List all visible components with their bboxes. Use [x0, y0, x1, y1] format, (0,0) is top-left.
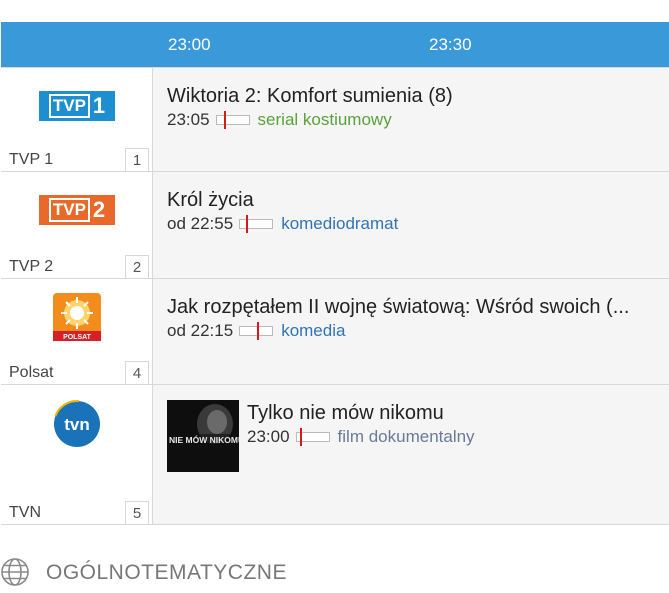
channel-row-tvp1: TVP 1 TVP 1 1 Wiktoria 2: Komfort sumieni…: [1, 67, 669, 171]
channel-cell[interactable]: tvn TVN 5: [1, 385, 153, 524]
tvp2-logo: TVP 2: [39, 195, 115, 225]
program-title[interactable]: Król życia: [167, 189, 254, 212]
program-cell[interactable]: NIE MÓW NIKOMU Tylko nie mów nikomu 23:0…: [153, 385, 669, 524]
channel-name: TVP 2: [9, 258, 54, 275]
channel-number: 5: [125, 501, 149, 524]
thumbnail-text: NIE MÓW NIKOMU: [169, 434, 239, 445]
channel-cell[interactable]: TVP 2 TVP 2 2: [1, 172, 153, 278]
polsat-logo: POLSAT: [53, 293, 101, 341]
logo-wordmark: tvn: [64, 415, 90, 434]
program-meta: od 22:15 komedia: [167, 321, 345, 341]
tvp1-logo: TVP 1: [39, 91, 115, 121]
program-meta: 23:05 serial kostiumowy: [167, 110, 392, 130]
program-genre[interactable]: serial kostiumowy: [258, 110, 392, 130]
program-genre[interactable]: komedia: [281, 321, 345, 341]
timeline-header: 23:00 23:30: [1, 22, 669, 67]
program-meta: od 22:55 komediodramat: [167, 214, 398, 234]
program-genre[interactable]: film dokumentalny: [338, 427, 475, 447]
program-cell[interactable]: Wiktoria 2: Komfort sumienia (8) 23:05 s…: [153, 68, 669, 171]
program-thumbnail[interactable]: NIE MÓW NIKOMU: [167, 400, 239, 472]
channel-number: 4: [125, 361, 149, 384]
program-genre[interactable]: komediodramat: [281, 214, 398, 234]
program-title[interactable]: Jak rozpętałem II wojnę światową: Wśród …: [167, 296, 629, 319]
category-label: OGÓLNOTEMATYCZNE: [46, 561, 287, 584]
time-slot-label: 23:00: [168, 35, 211, 54]
program-time: od 22:55: [167, 214, 234, 233]
time-slot-label: 23:30: [429, 35, 472, 54]
progress-marker: [224, 111, 227, 129]
channel-number: 1: [125, 148, 149, 171]
program-meta: 23:00 film dokumentalny: [247, 427, 475, 447]
channel-row-tvp2: TVP 2 TVP 2 2 Król życia od 22:55 komedio…: [1, 171, 669, 278]
category-footer[interactable]: OGÓLNOTEMATYCZNE: [0, 557, 669, 587]
channel-name: Polsat: [9, 364, 54, 381]
progress-bar: [295, 428, 330, 446]
globe-icon: [0, 557, 30, 587]
program-cell[interactable]: Jak rozpętałem II wojnę światową: Wśród …: [153, 279, 669, 384]
program-title[interactable]: Tylko nie mów nikomu: [247, 402, 444, 425]
program-cell[interactable]: Król życia od 22:55 komediodramat: [153, 172, 669, 278]
program-time: 23:05: [167, 110, 210, 129]
channel-name: TVP 1: [9, 151, 54, 168]
progress-marker: [300, 428, 303, 446]
program-time: 23:00: [247, 427, 290, 446]
progress-bar: [215, 111, 250, 129]
progress-bar: [239, 322, 274, 340]
progress-marker: [246, 215, 249, 233]
channel-name: TVN: [9, 504, 41, 521]
logo-wordmark: POLSAT: [63, 334, 92, 341]
channel-number: 2: [125, 255, 149, 278]
tvn-logo: tvn: [53, 400, 101, 448]
progress-marker: [256, 322, 259, 340]
program-time: od 22:15: [167, 321, 234, 340]
channel-row-tvn: tvn TVN 5 NIE MÓW NIKOMU Tylko nie mów n…: [1, 384, 669, 525]
channel-cell[interactable]: TVP 1 TVP 1 1: [1, 68, 153, 171]
progress-bar: [239, 215, 274, 233]
program-title[interactable]: Wiktoria 2: Komfort sumienia (8): [167, 85, 453, 108]
channel-cell[interactable]: POLSAT Polsat 4: [1, 279, 153, 384]
channel-row-polsat: POLSAT Polsat 4 Jak rozpętałem II wojnę …: [1, 278, 669, 384]
